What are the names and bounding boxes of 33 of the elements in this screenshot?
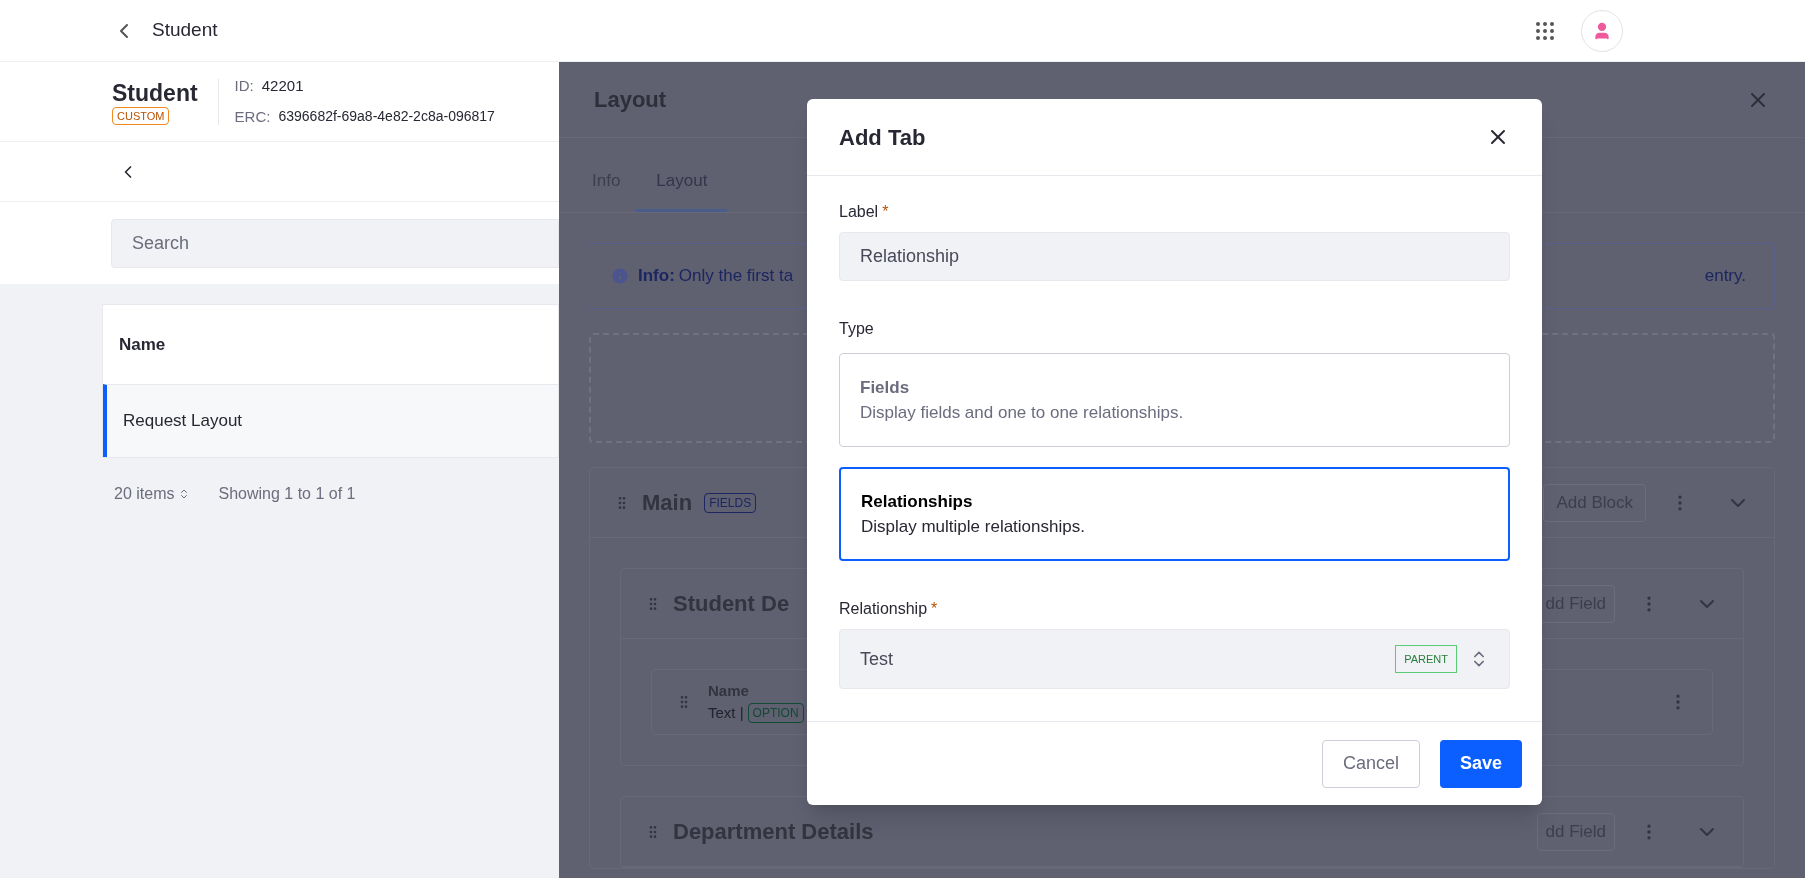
field-type: Text |: [708, 703, 744, 723]
object-name: Student: [112, 78, 198, 107]
parent-badge: PARENT: [1395, 644, 1457, 674]
column-header: Name: [119, 333, 166, 356]
erc-label: ERC:: [234, 106, 271, 127]
person-icon: [1592, 20, 1612, 41]
alert-text: entry.: [1704, 265, 1746, 288]
fields-badge: FIELDS: [704, 492, 757, 513]
field-label: Relationship: [839, 599, 928, 619]
field-label: Label: [839, 202, 879, 222]
erc-value: 6396682f-69a8-4e82-2c8a-096817: [278, 106, 495, 126]
label-input[interactable]: Relationship: [839, 232, 1510, 281]
info-icon: [610, 266, 630, 286]
field-label: Type: [839, 319, 875, 339]
id-value: 42201: [261, 76, 304, 96]
required-asterisk: *: [882, 202, 889, 222]
search-field[interactable]: Search: [111, 218, 559, 268]
type-option[interactable]: Relationships Display multiple relationships.: [839, 467, 1510, 561]
save-button[interactable]: Save: [1439, 739, 1522, 788]
dialog-title: Add Tab: [839, 123, 926, 152]
alert-text: Only the first ta: [678, 265, 794, 288]
table-row[interactable]: Request Layout: [103, 384, 558, 457]
page-title: Student: [152, 18, 218, 43]
alert-label: Info:: [638, 265, 675, 288]
id-label: ID:: [234, 76, 254, 96]
page-size-dropdown[interactable]: 20 items: [114, 482, 191, 506]
custom-badge: CUSTOM: [112, 106, 170, 125]
cancel-button[interactable]: Cancel: [1321, 739, 1420, 788]
type-option[interactable]: Fields Display fields and one to one relationships.: [839, 353, 1510, 447]
pagination-summary: Showing 1 to 1 of 1: [218, 484, 356, 504]
required-asterisk: *: [931, 599, 938, 619]
relationship-select[interactable]: Test PARENT: [839, 629, 1510, 689]
optional-badge: OPTION: [747, 703, 804, 724]
